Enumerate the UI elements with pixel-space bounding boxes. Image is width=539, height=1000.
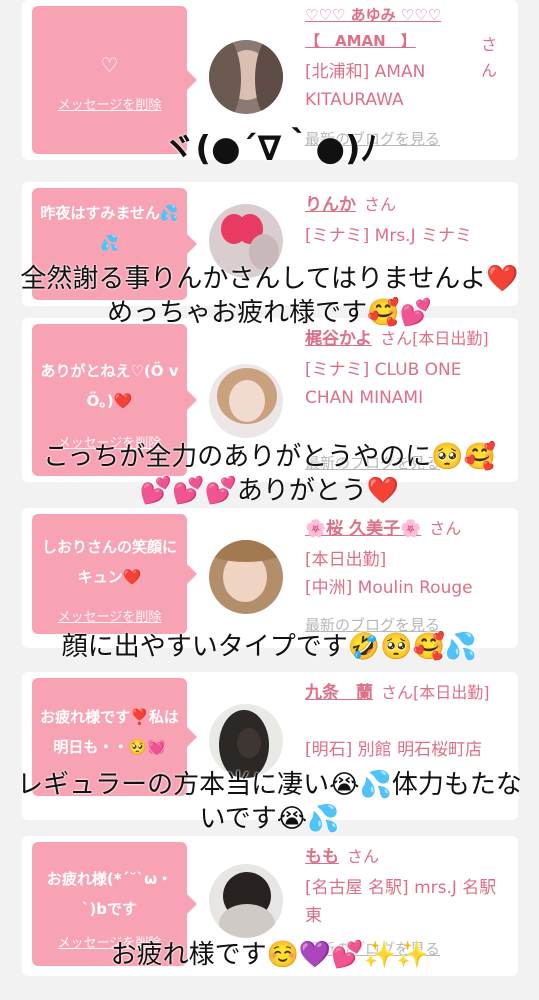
bubble-message: お疲れ様(*´˘`ω・`)bです: [46, 870, 173, 918]
honorific: さん[本日出勤]: [380, 329, 489, 348]
honorific: さん: [429, 519, 462, 538]
shop-name: [ミナミ] Mrs.J ミナミ: [305, 226, 473, 246]
avatar[interactable]: [209, 864, 283, 938]
cast-name-link[interactable]: 九条 蘭: [305, 683, 373, 703]
avatar[interactable]: [209, 364, 283, 438]
shop-name: [ミナミ] CLUB ONE CHAN MINAMI: [305, 360, 462, 408]
cast-name-link[interactable]: りんか: [305, 195, 356, 215]
cast-info: りんか さん [ミナミ] Mrs.J ミナミ: [305, 192, 510, 250]
bubble-message: お疲れ様です❣️私は明日も・・🥺💓: [40, 708, 179, 756]
caption-4: 顔に出やすいタイプです🤣🥺🥰💦: [61, 632, 478, 662]
cast-info: 九条 蘭さん[本日出勤] [明石] 別館 明石桜町店: [305, 680, 510, 764]
caption-1: ヾ(●´∇｀●)ﾉ: [161, 129, 378, 169]
caption-3: こっちが全力のありがとうやのに🥺🥰 💕💕💕ありがとう❤️: [43, 442, 496, 506]
cast-name-link[interactable]: 🌸桜 久美子🌸: [305, 519, 421, 539]
honorific: さん: [347, 847, 380, 866]
caption-2: 全然謝る事りんかさんしてはりませんよ❤️めっちゃお疲れ様です🥰💕: [20, 264, 519, 328]
honorific: さん: [364, 195, 397, 214]
cast-name-link[interactable]: もも: [305, 847, 339, 867]
bubble-message: 昨夜はすみません💦💦: [40, 204, 179, 252]
delete-message-link[interactable]: メッセージを削除: [32, 94, 187, 113]
shop-name: [北浦和] AMAN KITAURAWA: [305, 62, 426, 110]
cast-info: ♡♡♡ あゆみ ♡♡♡ 【 AMAN 】さん [北浦和] AMAN KITAUR…: [305, 2, 510, 114]
bubble-message: ありがとねえ♡(Ö vÖ｡)❤️: [40, 362, 179, 410]
cast-info: もも さん [名古屋 名駅] mrs.J 名駅東: [305, 844, 510, 930]
avatar[interactable]: [209, 40, 283, 114]
cast-info: 🌸桜 久美子🌸 さん [本日出勤] [中洲] Moulin Rouge: [305, 516, 510, 602]
shop-name: [名古屋 名駅] mrs.J 名駅東: [305, 878, 497, 926]
caption-6: お疲れ様です☺️💜💕✨✨: [110, 940, 429, 970]
message-bubble: しおりさんの笑顔にキュン❤️ メッセージを削除: [32, 514, 197, 634]
delete-message-link[interactable]: メッセージを削除: [32, 606, 187, 625]
bubble-message: ♡: [100, 53, 119, 77]
honorific: さん: [481, 35, 498, 80]
card-kumiko: しおりさんの笑顔にキュン❤️ メッセージを削除 🌸桜 久美子🌸 さん [本日出勤]…: [22, 508, 518, 648]
cast-info: 梶谷かよ さん[本日出勤] [ミナミ] CLUB ONE CHAN MINAMI: [305, 326, 510, 412]
caption-5: レギュラーの方本当に凄い😭💦体力もたないです😭💦: [17, 770, 522, 834]
shop-name: [明石] 別館 明石桜町店: [305, 740, 483, 760]
honorific: さん[本日出勤]: [381, 683, 490, 702]
cast-name-link[interactable]: ♡♡♡ あゆみ ♡♡♡ 【 AMAN 】: [305, 6, 441, 50]
cast-name-link[interactable]: 梶谷かよ: [305, 329, 372, 349]
avatar[interactable]: [209, 540, 283, 614]
bubble-message: しおりさんの笑顔にキュン❤️: [41, 538, 177, 586]
avatar[interactable]: [209, 704, 283, 778]
shop-name: [本日出勤] [中洲] Moulin Rouge: [305, 550, 473, 598]
